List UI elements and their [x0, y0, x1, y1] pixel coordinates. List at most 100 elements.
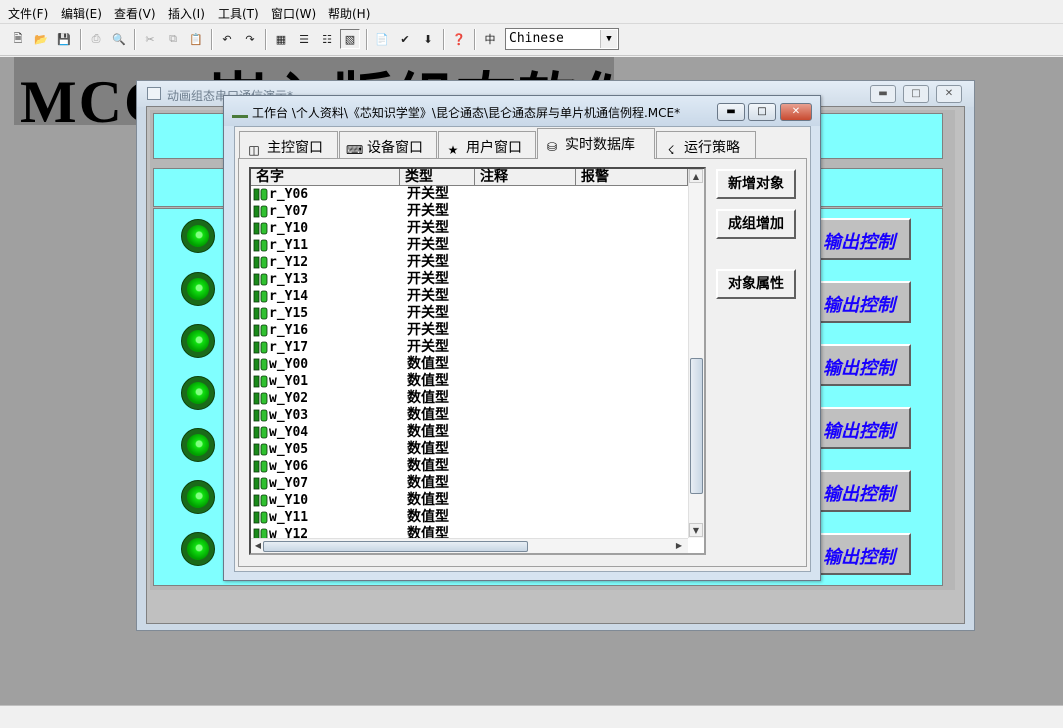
toolbar-separator	[134, 29, 136, 50]
menu-bar: 文件(F) 编辑(E) 查看(V) 插入(I) 工具(T) 窗口(W) 帮助(H…	[0, 0, 1063, 24]
variable-name: w_Y00	[269, 357, 309, 372]
output-control-button[interactable]: 输出控制	[813, 281, 911, 323]
tab-device-window[interactable]: ⌨ 设备窗口	[339, 131, 437, 158]
table-row[interactable]: w_Y03 数值型	[251, 407, 688, 424]
toolbar-separator	[80, 29, 82, 50]
output-control-button[interactable]: 输出控制	[813, 533, 911, 575]
table-row[interactable]: w_Y10 数值型	[251, 492, 688, 509]
table-row[interactable]: r_Y07 开关型	[251, 203, 688, 220]
column-header-comment[interactable]: 注释	[475, 169, 576, 186]
close-icon[interactable]: ✕	[936, 85, 962, 103]
grid-header: 名字 类型 注释 报警	[251, 169, 688, 186]
table-row[interactable]: w_Y00 数值型	[251, 356, 688, 373]
open-folder-icon[interactable]: 📂	[31, 29, 51, 49]
check-icon[interactable]: ✔	[395, 29, 415, 49]
menu-help[interactable]: 帮助(H)	[328, 5, 370, 22]
column-header-name[interactable]: 名字	[251, 169, 400, 186]
variable-type: 数值型	[407, 441, 449, 457]
horizontal-scrollbar[interactable]: ◀ ▶	[251, 538, 688, 553]
table-row[interactable]: w_Y11 数值型	[251, 509, 688, 526]
vertical-scrollbar[interactable]: ▲ ▼	[688, 169, 704, 538]
window-icon	[147, 87, 161, 100]
output-control-button[interactable]: 输出控制	[813, 407, 911, 449]
minimize-icon[interactable]: ▬	[870, 85, 896, 103]
save-icon[interactable]: 💾	[54, 29, 74, 49]
menu-edit[interactable]: 编辑(E)	[61, 5, 102, 22]
menu-tools[interactable]: 工具(T)	[218, 5, 259, 22]
table-row[interactable]: w_Y06 数值型	[251, 458, 688, 475]
undo-icon[interactable]: ↶	[217, 29, 237, 49]
cut-icon[interactable]: ✂	[140, 29, 160, 49]
help-pointer-icon[interactable]: ❓	[449, 29, 469, 49]
tab-run-strategy[interactable]: ☇ 运行策略	[656, 131, 756, 158]
redo-icon[interactable]: ↷	[240, 29, 260, 49]
group-add-button[interactable]: 成组增加	[716, 209, 796, 239]
language-icon[interactable]: 中	[480, 29, 500, 49]
table-row[interactable]: r_Y14 开关型	[251, 288, 688, 305]
table-row[interactable]: w_Y02 数值型	[251, 390, 688, 407]
indicator-lamp	[181, 219, 215, 253]
paste-icon[interactable]: 📋	[186, 29, 206, 49]
variable-name: r_Y16	[269, 323, 309, 338]
maximize-icon[interactable]: □	[748, 103, 776, 121]
database-icon: ⛁	[546, 140, 558, 154]
table-row[interactable]: r_Y15 开关型	[251, 305, 688, 322]
scroll-right-icon[interactable]: ▶	[672, 539, 686, 553]
language-select[interactable]: Chinese ▼	[505, 28, 619, 50]
workbench-titlebar[interactable]: 工作台 \个人资料\《芯知识学堂》\昆仑通态\昆仑通态屏与单片机通信例程.MCE…	[224, 96, 820, 126]
print-preview-icon[interactable]: 🔍	[109, 29, 129, 49]
variable-icon	[253, 222, 268, 235]
output-control-button[interactable]: 输出控制	[813, 470, 911, 512]
table-row[interactable]: w_Y07 数值型	[251, 475, 688, 492]
tab-realtime-database[interactable]: ⛁ 实时数据库	[537, 128, 655, 159]
vertical-scroll-thumb[interactable]	[690, 358, 703, 494]
tree-view-icon[interactable]: ☰	[294, 29, 314, 49]
menu-view[interactable]: 查看(V)	[114, 5, 156, 22]
scroll-up-icon[interactable]: ▲	[689, 169, 703, 183]
minimize-icon[interactable]: ▬	[717, 103, 745, 121]
output-control-button[interactable]: 输出控制	[813, 218, 911, 260]
list-view-icon[interactable]: ☷	[317, 29, 337, 49]
variable-icon	[253, 477, 268, 490]
maximize-icon[interactable]: □	[903, 85, 929, 103]
column-header-alarm[interactable]: 报警	[576, 169, 688, 186]
details-view-icon[interactable]: ▧	[340, 29, 360, 49]
variable-icon	[253, 256, 268, 269]
small-icons-icon[interactable]: ▦	[271, 29, 291, 49]
copy-icon[interactable]: ⧉	[163, 29, 183, 49]
variable-grid[interactable]: 名字 类型 注释 报警 r_Y06 开关型 r_Y07 开关型 r_Y10 开关型 r_Y1…	[249, 167, 706, 555]
indicator-lamp	[181, 272, 215, 306]
table-row[interactable]: w_Y01 数值型	[251, 373, 688, 390]
menu-insert[interactable]: 插入(I)	[168, 5, 205, 22]
horizontal-scroll-thumb[interactable]	[263, 541, 528, 552]
download-icon[interactable]: ⬇	[418, 29, 438, 49]
menu-file[interactable]: 文件(F)	[8, 5, 48, 22]
close-icon[interactable]: ✕	[780, 103, 812, 121]
table-row[interactable]: r_Y12 开关型	[251, 254, 688, 271]
new-file-icon[interactable]: 🗎	[8, 29, 28, 49]
table-row[interactable]: r_Y13 开关型	[251, 271, 688, 288]
table-row[interactable]: r_Y16 开关型	[251, 322, 688, 339]
table-row[interactable]: r_Y06 开关型	[251, 186, 688, 203]
tab-main-window[interactable]: ◫ 主控窗口	[239, 131, 338, 158]
column-header-type[interactable]: 类型	[400, 169, 475, 186]
properties-icon[interactable]: 📄	[372, 29, 392, 49]
output-control-button[interactable]: 输出控制	[813, 344, 911, 386]
variable-name: w_Y06	[269, 459, 309, 474]
table-row[interactable]: w_Y05 数值型	[251, 441, 688, 458]
chevron-down-icon[interactable]: ▼	[600, 30, 617, 48]
print-icon[interactable]: ⎙	[86, 29, 106, 49]
variable-name: w_Y01	[269, 374, 309, 389]
variable-name: w_Y03	[269, 408, 309, 423]
table-row[interactable]: r_Y11 开关型	[251, 237, 688, 254]
menu-window[interactable]: 窗口(W)	[271, 5, 316, 22]
scroll-down-icon[interactable]: ▼	[689, 523, 703, 537]
variable-name: w_Y07	[269, 476, 309, 491]
table-row[interactable]: r_Y17 开关型	[251, 339, 688, 356]
object-properties-button[interactable]: 对象属性	[716, 269, 796, 299]
tab-user-window[interactable]: ★ 用户窗口	[438, 131, 536, 158]
new-object-button[interactable]: 新增对象	[716, 169, 796, 199]
table-row[interactable]: w_Y04 数值型	[251, 424, 688, 441]
variable-type: 开关型	[407, 288, 449, 304]
table-row[interactable]: r_Y10 开关型	[251, 220, 688, 237]
